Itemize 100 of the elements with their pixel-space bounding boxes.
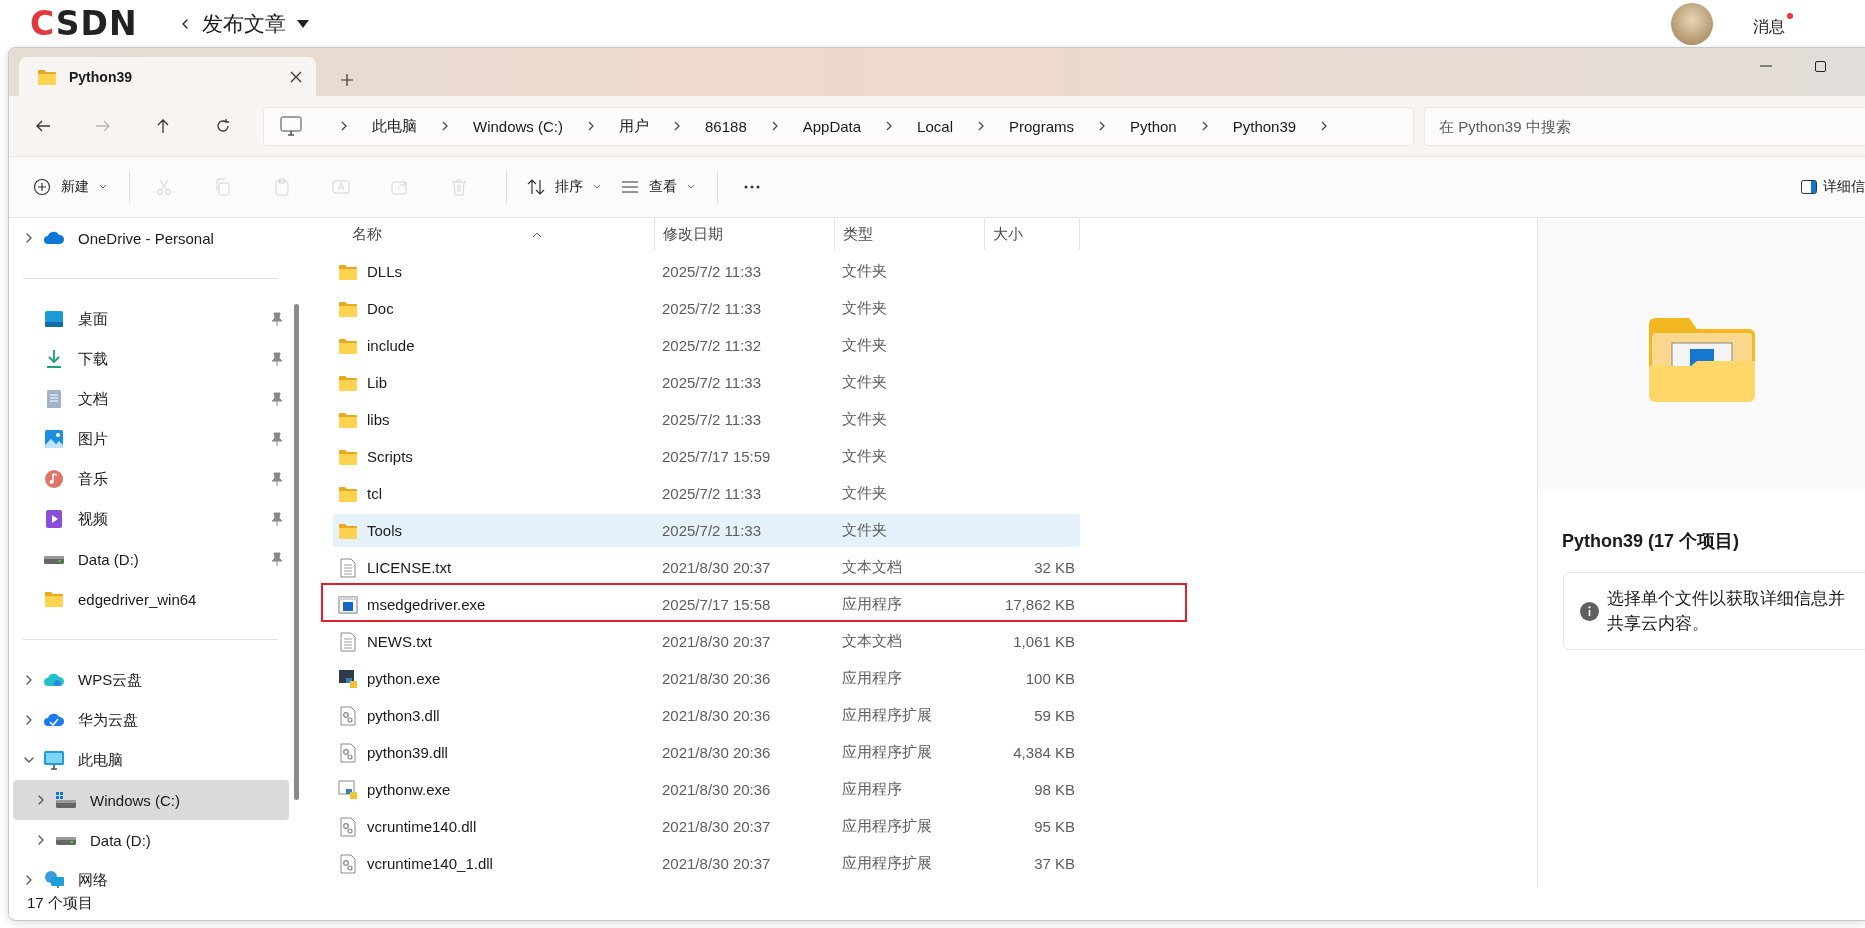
sidebar-item[interactable]: edgedriver_win64 [13,579,289,619]
column-header[interactable]: 类型 [834,218,984,250]
sidebar-item[interactable]: 此电脑 [13,740,289,780]
sidebar-item[interactable]: Data (D:) [13,820,289,860]
file-type: 文件夹 [842,410,887,427]
folder-icon [338,336,358,355]
breadcrumb-item[interactable]: Programs [1008,117,1074,135]
breadcrumb-item[interactable]: 此电脑 [372,116,417,136]
chevron-icon [1098,120,1106,132]
modified-date: 2021/8/30 20:36 [662,707,771,724]
column-header[interactable]: 大小 [984,218,1080,250]
file-name: python39.dll [367,744,448,761]
breadcrumb-item[interactable]: 用户 [619,116,649,136]
new-button[interactable]: 新建 [25,167,115,207]
file-row[interactable]: pythonw.exe 2021/8/30 20:36 应用程序 98 KB [333,773,1080,806]
modified-date: 2021/8/30 20:36 [662,744,771,761]
file-row[interactable]: DLLs 2025/7/2 11:33 文件夹 [333,255,1080,288]
breadcrumb-item[interactable]: Python [1130,117,1177,135]
sort-button[interactable]: 排序 [519,167,609,207]
sidebar-item[interactable]: WPS云盘 [13,660,289,700]
sidebar-item[interactable]: Windows (C:) [13,780,289,820]
add-tab-icon [340,73,354,87]
application-icon [338,595,358,614]
modified-date: 2025/7/2 11:33 [662,300,761,317]
details-pane-button[interactable]: 详细信 [1801,178,1865,196]
picture-icon [44,429,64,449]
chevron-icon [587,120,595,132]
file-row[interactable]: NEWS.txt 2021/8/30 20:37 文本文档 1,061 KB [333,625,1080,658]
file-row[interactable]: python39.dll 2021/8/30 20:36 应用程序扩展 4,384 KB [333,736,1080,769]
sidebar-item[interactable]: 文档 [13,379,289,419]
file-row[interactable]: python.exe 2021/8/30 20:36 应用程序 100 KB [333,662,1080,695]
scrollbar-thumb[interactable] [294,304,299,800]
breadcrumb-item[interactable]: Local [917,117,953,135]
drive-icon [43,553,65,565]
sidebar-item[interactable]: Data (D:) [13,539,289,579]
file-row[interactable]: Lib 2025/7/2 11:33 文件夹 [333,366,1080,399]
item-count: 17 个项目 [27,893,93,913]
folder-icon [338,262,358,281]
file-type: 应用程序扩展 [842,817,932,834]
cloud-icon [43,230,65,246]
search-field[interactable]: 在 Python39 中搜索 [1424,106,1865,146]
file-row[interactable]: msedgedriver.exe 2025/7/17 15:58 应用程序 17,862 KB [333,588,1080,621]
file-row[interactable]: Scripts 2025/7/17 15:59 文件夹 [333,440,1080,473]
file-row[interactable]: include 2025/7/2 11:32 文件夹 [333,329,1080,362]
chevron-icon [441,120,449,132]
folder-icon [37,67,57,86]
file-name: vcruntime140.dll [367,818,477,835]
breadcrumb-item[interactable]: 86188 [705,117,747,135]
file-row[interactable]: tcl 2025/7/2 11:33 文件夹 [333,477,1080,510]
sidebar-item[interactable]: 桌面 [13,299,289,339]
file-row[interactable]: libs 2025/7/2 11:33 文件夹 [333,403,1080,436]
chevron-icon [36,795,46,805]
pin-icon [271,432,283,446]
breadcrumb-item[interactable]: AppData [802,117,862,135]
view-button[interactable]: 查看 [613,167,703,207]
chevron-icon [24,233,34,243]
chevron-icon [885,120,894,132]
file-name: python3.dll [367,707,440,724]
file-name: Lib [367,374,388,391]
file-row[interactable]: Tools 2025/7/2 11:33 文件夹 [333,514,1080,547]
sidebar-item[interactable]: 华为云盘 [13,700,289,740]
file-name: NEWS.txt [367,633,432,650]
refresh-icon [215,118,231,134]
caret-icon [295,18,310,29]
file-type: 文本文档 [842,558,902,575]
file-name: Scripts [367,448,413,465]
file-row[interactable]: python3.dll 2021/8/30 20:36 应用程序扩展 59 KB [333,699,1080,732]
site-logo[interactable]: CSDN [30,4,138,43]
chevron-icon [770,120,779,132]
column-header[interactable]: 名称 [333,218,654,250]
tab[interactable]: Python39 [19,57,316,96]
address-bar[interactable]: 此电脑 Windows (C:) 用户 86188 AppData Local Programs Python Python39 [263,106,1414,146]
file-name: DLLs [367,263,403,280]
file-name: msedgedriver.exe [367,596,486,613]
drive-icon [55,834,77,846]
file-row[interactable]: vcruntime140.dll 2021/8/30 20:37 应用程序扩展 95 KB [333,810,1080,843]
breadcrumb-item[interactable]: Python39 [1232,117,1297,135]
breadcrumb-item[interactable]: Windows (C:) [473,117,563,135]
settings-file-icon [340,705,356,726]
file-row[interactable]: Doc 2025/7/2 11:33 文件夹 [333,292,1080,325]
pin-icon [271,312,283,326]
sidebar-item[interactable]: 音乐 [13,459,289,499]
sidebar-item[interactable]: 图片 [13,419,289,459]
chevron-icon [1320,120,1329,132]
download-icon [45,349,63,369]
file-type: 文件夹 [842,484,887,501]
sidebar-item[interactable]: 视频 [13,499,289,539]
folder-icon [338,447,358,466]
python-icon [338,668,358,689]
chevron-icon [24,875,34,885]
messages-link[interactable]: 消息 [1753,9,1785,38]
file-name: pythonw.exe [367,781,451,798]
file-row[interactable]: vcruntime140_1.dll 2021/8/30 20:37 应用程序扩展 37 KB [333,847,1080,880]
sidebar-item[interactable]: OneDrive - Personal [13,218,289,258]
modified-date: 2025/7/2 11:33 [662,374,761,391]
chevron-icon [36,835,46,845]
file-row[interactable]: LICENSE.txt 2021/8/30 20:37 文本文档 32 KB [333,551,1080,584]
column-header[interactable]: 修改日期 [654,218,834,250]
sidebar-item[interactable]: 下载 [13,339,289,379]
avatar[interactable] [1671,2,1713,45]
